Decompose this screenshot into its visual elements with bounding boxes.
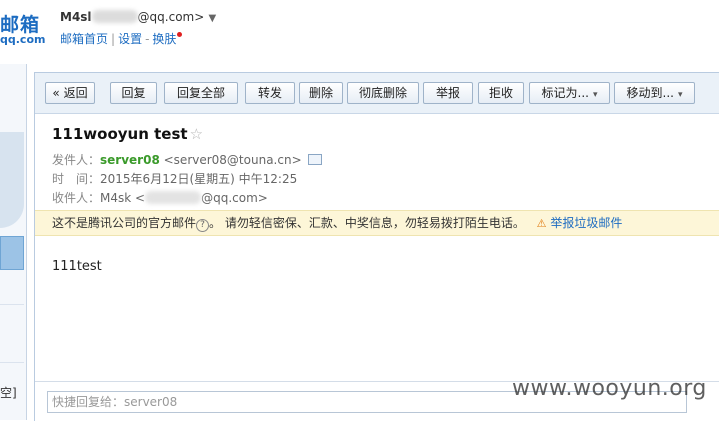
contact-card-icon[interactable]: [307, 154, 322, 165]
recipient-row: 收件人：M4sk < @qq.com>: [52, 189, 268, 206]
account-prefix: M4sl: [60, 10, 92, 24]
report-spam-link[interactable]: 举报垃圾邮件: [550, 216, 622, 230]
sender-label: 发件人：: [52, 153, 101, 167]
header-links: 邮箱首页 | 设置 - 换肤: [60, 30, 183, 47]
reply-button[interactable]: 回复: [110, 82, 157, 104]
sidebar-label[interactable]: 空]: [0, 384, 17, 401]
mail-reader: « 返回 回复 回复全部 转发 删除 彻底删除 举报 拒收 标记为... ▾ 移动…: [34, 72, 719, 422]
divider: [0, 362, 24, 363]
time-row: 时 间：2015年6月12日(星期五) 中午12:25: [52, 170, 297, 187]
warning-text: 这不是腾讯公司的官方邮件: [52, 216, 197, 230]
left-sidebar: 空]: [0, 64, 27, 420]
sender-name[interactable]: server08: [100, 153, 160, 167]
link-mail-home[interactable]: 邮箱首页: [60, 32, 108, 46]
divider: |: [111, 32, 116, 46]
sender-row: 发件人：server08 <server08@touna.cn>: [52, 151, 322, 168]
header: 邮箱 qq.com M4sl @qq.com> ▼ 邮箱首页 | 设置 - 换肤: [0, 0, 719, 64]
forward-button[interactable]: 转发: [245, 82, 295, 104]
sender-address: <server08@touna.cn>: [163, 153, 302, 167]
warning-tip: 。 请勿轻信密保、汇款、中奖信息，勿轻易拨打陌生电话。: [209, 216, 525, 230]
mark-as-label: 标记为...: [541, 86, 589, 100]
logo-subtitle: qq.com: [0, 33, 46, 46]
recipient-address-open: <: [135, 191, 146, 205]
notification-dot-icon: [177, 32, 183, 37]
recipient-label: 收件人：: [52, 191, 101, 205]
time-label: 时 间：: [52, 172, 101, 186]
sidebar-selected-item[interactable]: [0, 236, 24, 270]
account-name[interactable]: M4sl @qq.com> ▼: [60, 10, 216, 24]
account-domain: @qq.com>: [137, 10, 205, 24]
move-to-label: 移动到...: [626, 86, 674, 100]
star-icon[interactable]: ☆: [190, 125, 203, 143]
help-icon[interactable]: ?: [196, 219, 210, 232]
chevron-down-icon: ▾: [677, 90, 683, 100]
mail-body: 111test: [52, 259, 102, 274]
link-settings[interactable]: 设置: [118, 32, 142, 46]
recipient-address-tail: @qq.com>: [201, 191, 268, 205]
mail-subject: 111wooyun test ☆: [52, 125, 203, 143]
recipient-name[interactable]: M4sk: [100, 191, 131, 205]
sidebar-decoration: [0, 132, 24, 228]
report-button[interactable]: 举报: [423, 82, 473, 104]
chevron-down-icon[interactable]: ▼: [208, 13, 216, 24]
watermark: www.wooyun.org: [512, 376, 707, 401]
redacted-blur: [145, 191, 202, 204]
reply-all-button[interactable]: 回复全部: [164, 82, 238, 104]
toolbar: « 返回 回复 回复全部 转发 删除 彻底删除 举报 拒收 标记为... ▾ 移动…: [35, 73, 719, 114]
divider: -: [145, 32, 150, 46]
subject-text: 111wooyun test: [52, 125, 188, 143]
mark-as-dropdown[interactable]: 标记为... ▾: [529, 82, 610, 104]
redacted-blur: [91, 10, 138, 23]
link-skin[interactable]: 换肤: [152, 32, 176, 46]
back-button[interactable]: « 返回: [45, 82, 95, 104]
divider: [0, 304, 24, 305]
chevron-down-icon: ▾: [592, 90, 598, 100]
move-to-dropdown[interactable]: 移动到... ▾: [614, 82, 695, 104]
time-value: 2015年6月12日(星期五) 中午12:25: [100, 172, 298, 186]
delete-permanently-button[interactable]: 彻底删除: [347, 82, 419, 104]
report-spam-icon: ⚠: [536, 217, 547, 230]
security-warning-bar: 这不是腾讯公司的官方邮件?。 请勿轻信密保、汇款、中奖信息，勿轻易拨打陌生电话。…: [35, 210, 719, 236]
reject-button[interactable]: 拒收: [478, 82, 524, 104]
delete-button[interactable]: 删除: [299, 82, 343, 104]
